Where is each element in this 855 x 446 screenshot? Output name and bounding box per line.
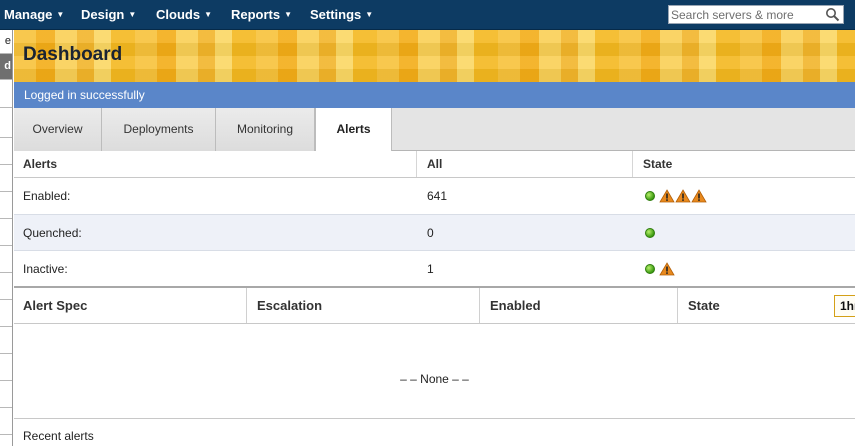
alert-row-state (633, 251, 855, 286)
side-panel-item-text: e (4, 35, 11, 47)
side-panel-item-text: d (4, 60, 11, 72)
column-header-all[interactable]: All (417, 151, 633, 177)
side-panel-row (0, 300, 12, 327)
side-panel-item[interactable]: e (0, 30, 12, 54)
status-ok-icon (645, 191, 655, 201)
tab-alerts[interactable]: Alerts (315, 108, 392, 152)
column-header-alert-spec[interactable]: Alert Spec (14, 288, 247, 323)
side-panel-row (0, 138, 12, 165)
alert-row-label: Quenched: (23, 225, 82, 240)
alert-row-count[interactable]: 0 (417, 215, 633, 250)
empty-state-text: – – None – – (400, 372, 469, 386)
tab-overview[interactable]: Overview (14, 108, 102, 151)
column-header-state[interactable]: State (678, 288, 826, 323)
table-row: Enabled: 641 (14, 178, 855, 214)
column-header-alerts[interactable]: Alerts (14, 151, 417, 177)
nav-menu-label: Manage (4, 7, 53, 22)
nav-menu-design[interactable]: Design ▼ (81, 0, 136, 30)
chevron-down-icon: ▼ (284, 10, 293, 19)
nav-menu-label: Clouds (156, 7, 201, 22)
alert-row-label: Enabled: (23, 189, 71, 203)
table-row: Inactive: 1 (14, 251, 855, 286)
chevron-down-icon: ▼ (128, 10, 137, 19)
nav-menu-manage[interactable]: Manage ▼ (4, 0, 64, 30)
side-panel-row (0, 192, 12, 219)
side-panel-row (0, 381, 12, 408)
chevron-down-icon: ▼ (56, 10, 65, 19)
side-panel-row (0, 327, 12, 354)
tab-bar: Overview Deployments Monitoring Alerts (14, 108, 855, 152)
alert-row-state (633, 178, 855, 214)
status-ok-icon (645, 263, 655, 274)
side-panel-row (0, 219, 12, 246)
chevron-down-icon: ▼ (204, 10, 212, 19)
flash-message: Logged in successfully (14, 82, 855, 108)
warning-icon (675, 189, 691, 203)
nav-menu-label: Design (81, 7, 125, 22)
nav-menu-label: Reports (231, 7, 281, 22)
table-header-row: Alerts All State (14, 151, 855, 178)
alert-row-count[interactable]: 641 (417, 178, 633, 214)
status-ok-icon (645, 227, 655, 238)
search-icon[interactable] (825, 7, 840, 22)
alert-spec-table: Alert Spec Escalation Enabled State 1hr … (14, 286, 855, 418)
search-input[interactable] (669, 6, 821, 23)
side-panel-row (0, 408, 12, 435)
nav-menu-label: Settings (310, 7, 362, 22)
side-panel-item-active[interactable]: d (0, 54, 12, 80)
warning-icon (691, 189, 707, 203)
recent-alerts-section: Recent alerts (14, 418, 855, 446)
recent-alerts-label: Recent alerts (23, 429, 94, 443)
nav-menu-clouds[interactable]: Clouds ▼ (156, 0, 212, 30)
side-panel-row (0, 273, 12, 300)
time-range-select[interactable]: 1hr (834, 295, 855, 317)
column-header-escalation[interactable]: Escalation (247, 288, 480, 323)
alert-row-state (633, 215, 855, 250)
side-panel-row (0, 108, 12, 138)
side-panel-row (0, 165, 12, 192)
column-header-enabled[interactable]: Enabled (480, 288, 678, 323)
search-box (668, 5, 844, 24)
nav-menu-settings[interactable]: Settings ▼ (310, 0, 373, 30)
table-row: Quenched: 0 (14, 215, 855, 250)
side-panel-row (0, 80, 12, 108)
tab-deployments[interactable]: Deployments (102, 108, 216, 151)
side-panel-edge: e d (0, 30, 13, 446)
side-panel-row (0, 354, 12, 381)
warning-icon (659, 189, 675, 203)
dashboard-header: Dashboard (14, 30, 855, 82)
table-header-row: Alert Spec Escalation Enabled State 1hr (14, 288, 855, 324)
tab-monitoring[interactable]: Monitoring (216, 108, 315, 151)
top-navigation-bar: Manage ▼ Design ▼ Clouds ▼ Reports ▼ Setting… (0, 0, 855, 30)
chevron-down-icon: ▼ (365, 10, 374, 19)
page-title: Dashboard (23, 44, 123, 65)
alert-row-label: Inactive: (23, 261, 68, 276)
warning-icon (659, 261, 675, 275)
nav-menu-reports[interactable]: Reports ▼ (231, 0, 292, 30)
column-header-state[interactable]: State (633, 151, 855, 177)
side-panel-row (0, 246, 12, 273)
alert-row-count[interactable]: 1 (417, 251, 633, 286)
